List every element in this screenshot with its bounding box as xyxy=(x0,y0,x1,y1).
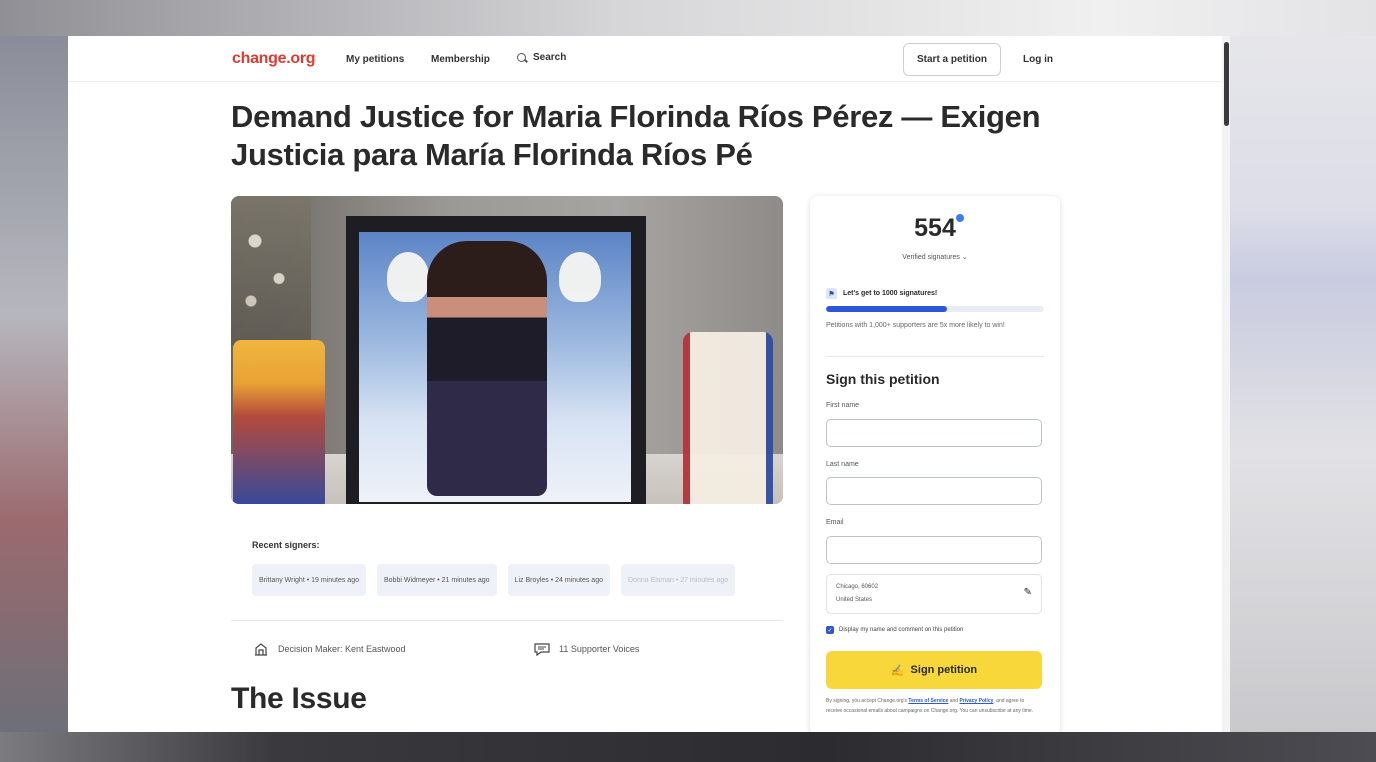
browser-page: change.org My petitions Membership Searc… xyxy=(68,36,1230,732)
email-label: Email xyxy=(826,519,844,526)
decision-maker[interactable]: Decision Maker: Kent Eastwood xyxy=(252,640,406,658)
building-icon xyxy=(252,640,270,658)
background-right xyxy=(1230,36,1376,732)
last-name-field[interactable] xyxy=(826,477,1042,505)
privacy-policy-link[interactable]: Privacy Policy xyxy=(959,698,993,704)
sign-petition-heading: Sign this petition xyxy=(826,371,940,387)
login-link[interactable]: Log in xyxy=(1023,54,1053,65)
hero-dove-left xyxy=(387,252,429,302)
search-icon xyxy=(517,52,527,63)
nav-membership[interactable]: Membership xyxy=(431,54,490,65)
hero-candle-right xyxy=(683,332,773,504)
sign-petition-button[interactable]: ✍ Sign petition xyxy=(826,651,1042,689)
fine-print-prefix: By signing, you accept Change.org's xyxy=(826,698,908,704)
decision-maker-label: Decision Maker: Kent Eastwood xyxy=(278,644,406,654)
hero-portrait-figure xyxy=(427,241,547,496)
speech-bubble-icon xyxy=(533,640,551,658)
goal-note: Petitions with 1,000+ supporters are 5x … xyxy=(826,322,1005,329)
signature-goal: ⚑ Let's get to 1000 signatures! xyxy=(826,288,937,299)
display-name-checkbox-label: Display my name and comment on this peti… xyxy=(839,627,964,633)
top-navigation: change.org My petitions Membership Searc… xyxy=(68,36,1222,82)
verified-signatures-label: Verified signatures xyxy=(902,254,960,261)
nav-my-petitions[interactable]: My petitions xyxy=(346,54,404,65)
content-divider xyxy=(231,620,783,621)
hero-flowers xyxy=(231,196,311,346)
background-bottom xyxy=(0,732,1376,762)
first-name-label: First name xyxy=(826,402,860,409)
signature-progress-fill xyxy=(826,306,947,312)
recent-signers-label: Recent signers: xyxy=(252,540,320,550)
panel-divider xyxy=(826,356,1044,357)
verified-dot-icon xyxy=(956,214,964,222)
last-name-label: Last name xyxy=(826,461,859,468)
terms-of-service-link[interactable]: Terms of Service xyxy=(908,698,948,704)
location-city: Chicago, 60602 xyxy=(836,584,879,590)
issue-heading: The Issue xyxy=(231,682,367,715)
sign-petition-button-label: Sign petition xyxy=(910,664,978,676)
chevron-down-icon: ⌄ xyxy=(961,254,968,261)
signature-goal-label: Let's get to 1000 signatures! xyxy=(843,290,938,297)
first-name-field[interactable] xyxy=(826,419,1042,447)
supporter-voices-label: 11 Supporter Voices xyxy=(559,644,640,654)
signature-progress-bar xyxy=(826,306,1044,312)
background-top xyxy=(0,0,1376,36)
recent-signer-chip: Brittany Wright • 19 minutes ago xyxy=(252,564,366,596)
location-field[interactable]: Chicago, 60602 United States ✎ xyxy=(826,574,1042,614)
fine-print: By signing, you accept Change.org's Term… xyxy=(826,696,1038,716)
fine-print-and: and xyxy=(949,698,959,704)
nav-search-label: Search xyxy=(533,52,567,63)
verified-signatures-toggle[interactable]: Verified signatures ⌄ xyxy=(810,253,1060,261)
hero-candle-left xyxy=(233,340,325,504)
background-left xyxy=(0,36,68,732)
display-name-checkbox-row[interactable]: ✓ Display my name and comment on this pe… xyxy=(826,626,963,634)
signature-count: 554 xyxy=(914,214,956,242)
recent-signer-chip: Bobbi Widmeyer • 21 minutes ago xyxy=(376,564,497,596)
pen-icon: ✍ xyxy=(890,664,905,677)
display-name-checkbox[interactable]: ✓ xyxy=(826,626,834,634)
scrollbar-thumb[interactable] xyxy=(1224,42,1229,126)
petition-hero-image xyxy=(231,196,783,504)
hero-dove-right xyxy=(559,252,601,302)
petition-title: Demand Justice for Maria Florinda Ríos P… xyxy=(231,99,1041,172)
recent-signer-chip: Donna Eisman • 27 minutes ago xyxy=(621,564,736,596)
recent-signers-list: Brittany Wright • 19 minutes ago Bobbi W… xyxy=(252,564,784,598)
sign-panel: 554 Verified signatures ⌄ ⚑ Let's get to… xyxy=(810,196,1060,732)
change-org-logo[interactable]: change.org xyxy=(232,50,316,68)
supporter-voices[interactable]: 11 Supporter Voices xyxy=(533,640,639,658)
scrollbar[interactable] xyxy=(1222,36,1230,732)
recent-signer-chip: Liz Broyles • 24 minutes ago xyxy=(507,564,610,596)
location-country: United States xyxy=(836,597,873,603)
pencil-icon[interactable]: ✎ xyxy=(1024,587,1032,598)
flag-icon: ⚑ xyxy=(826,288,837,299)
start-petition-button[interactable]: Start a petition xyxy=(903,43,1001,76)
email-field[interactable] xyxy=(826,536,1042,564)
nav-search[interactable]: Search xyxy=(517,52,566,63)
